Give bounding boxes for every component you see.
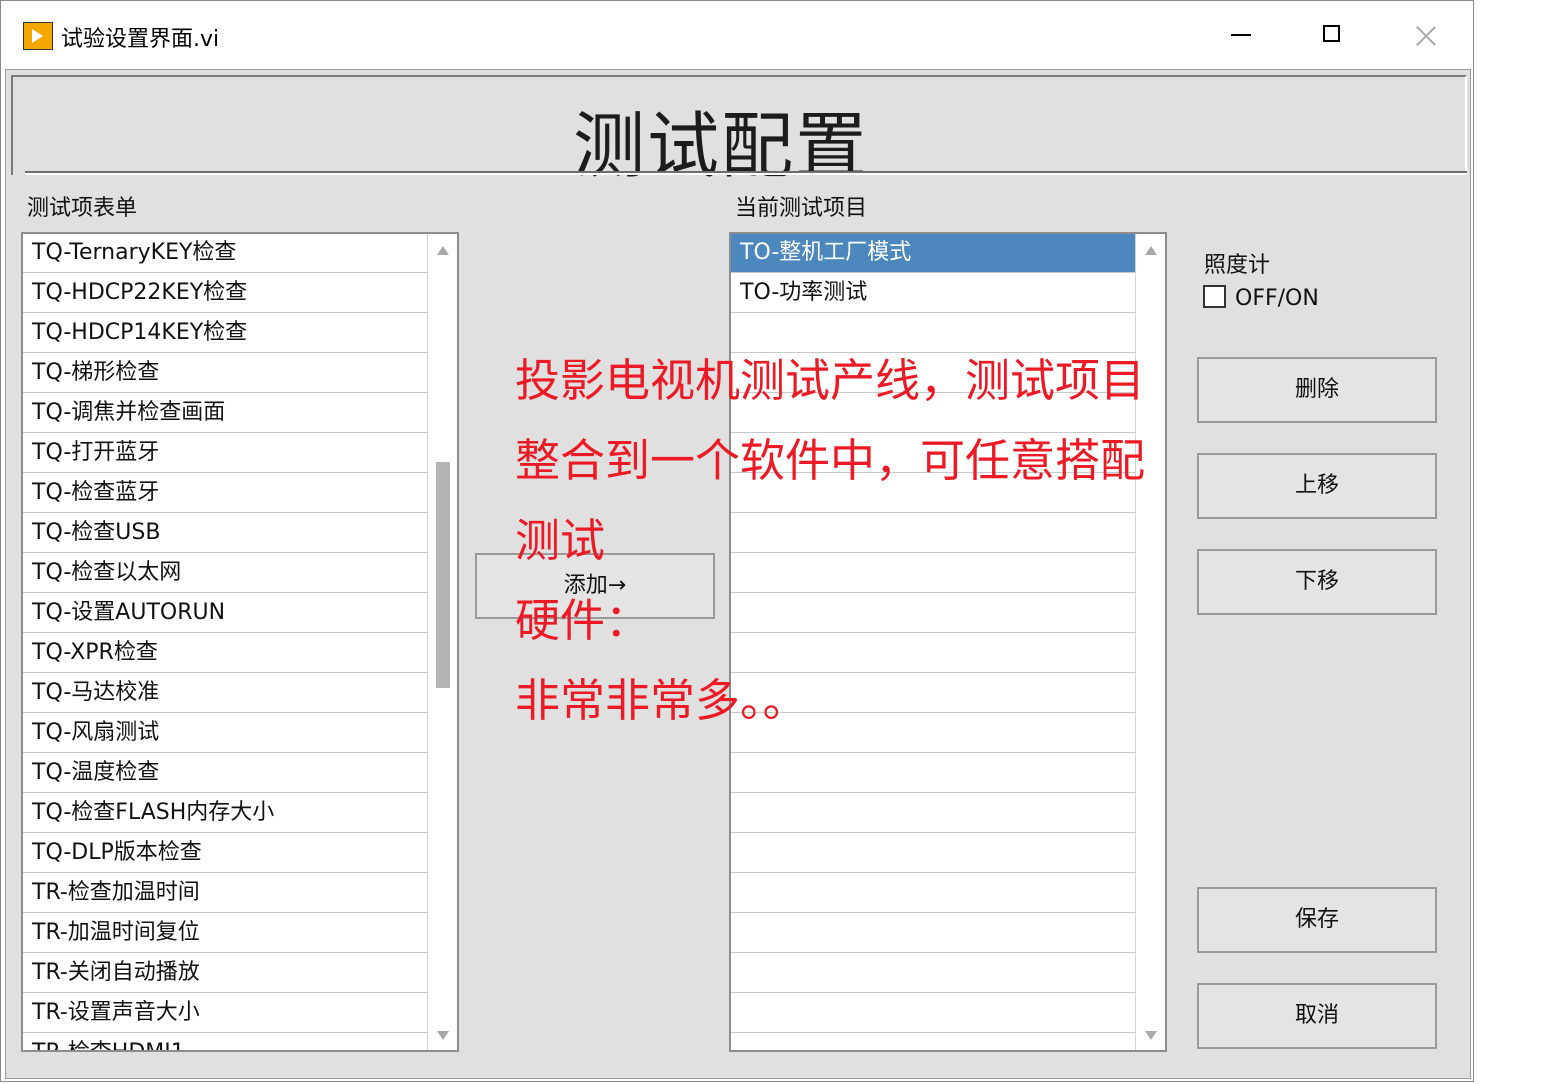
list-item[interactable]: TQ-检查蓝牙	[23, 474, 427, 513]
title-bar[interactable]: 试验设置界面.vi	[1, 1, 1473, 69]
test-list-box[interactable]: TQ-TernaryKEY检查 TQ-HDCP22KEY检查 TQ-HDCP14KE…	[21, 232, 459, 1052]
list-item[interactable]: TQ-TernaryKEY检查	[23, 234, 427, 273]
list-item[interactable]: TO-功率测试	[731, 274, 1135, 313]
list-item[interactable]: TQ-检查FLASH内存大小	[23, 794, 427, 833]
annotation-text: 投影电视机测试产线，测试项目 整合到一个软件中，可任意搭配 测试 硬件： 非常非…	[515, 341, 1205, 741]
header-divider	[25, 171, 1467, 175]
list-item[interactable]: TQ-设置AUTORUN	[23, 594, 427, 633]
scroll-up-icon[interactable]	[437, 246, 449, 255]
move-up-button[interactable]: 上移	[1197, 453, 1437, 519]
test-list-scrollbar[interactable]	[427, 234, 457, 1050]
annotation-line: 投影电视机测试产线，测试项目	[515, 354, 1146, 407]
list-item[interactable]: TQ-DLP版本检查	[23, 834, 427, 873]
move-down-button[interactable]: 下移	[1197, 549, 1437, 615]
list-item[interactable]: TQ-检查USB	[23, 514, 427, 553]
close-icon[interactable]	[1406, 15, 1446, 55]
annotation-line: 非常非常多。。	[515, 674, 808, 727]
list-item[interactable]: TQ-HDCP22KEY检查	[23, 274, 427, 313]
scroll-down-icon[interactable]	[1145, 1031, 1157, 1040]
scroll-up-icon[interactable]	[1145, 246, 1157, 255]
list-item[interactable]	[731, 914, 1135, 953]
scroll-down-icon[interactable]	[437, 1031, 449, 1040]
list-item[interactable]	[731, 1034, 1135, 1050]
list-item[interactable]: TQ-XPR检查	[23, 634, 427, 673]
list-item[interactable]	[731, 834, 1135, 873]
window-title: 试验设置界面.vi	[61, 27, 220, 52]
list-item[interactable]: TQ-打开蓝牙	[23, 434, 427, 473]
delete-button[interactable]: 删除	[1197, 357, 1437, 423]
illuminometer-label: 照度计	[1204, 253, 1271, 278]
page-title: 测试配置	[572, 104, 869, 188]
illuminometer-checkbox[interactable]	[1203, 285, 1226, 308]
test-list-label: 测试项表单	[27, 196, 138, 221]
list-item[interactable]	[731, 794, 1135, 833]
list-item[interactable]: TR-加温时间复位	[23, 914, 427, 953]
list-item[interactable]: TQ-温度检查	[23, 754, 427, 793]
list-item[interactable]: TQ-梯形检查	[23, 354, 427, 393]
list-item[interactable]: TR-检查HDMI1	[23, 1034, 427, 1050]
annotation-line: 测试	[515, 514, 606, 567]
annotation-line: 整合到一个软件中，可任意搭配	[515, 434, 1146, 487]
list-item[interactable]: TR-关闭自动播放	[23, 954, 427, 993]
list-item[interactable]	[731, 874, 1135, 913]
save-button[interactable]: 保存	[1197, 887, 1437, 953]
maximize-icon[interactable]	[1313, 15, 1353, 55]
list-item[interactable]: TQ-马达校准	[23, 674, 427, 713]
app-window: 试验设置界面.vi 测试配置 测试项表单 TQ-TernaryKEY检查 TQ-H…	[0, 0, 1474, 1082]
annotation-line: 硬件：	[515, 594, 651, 647]
scroll-thumb[interactable]	[436, 462, 450, 688]
list-item[interactable]: TQ-风扇测试	[23, 714, 427, 753]
current-list-label: 当前测试项目	[735, 196, 868, 221]
list-item[interactable]: TR-检查加温时间	[23, 874, 427, 913]
list-item[interactable]	[731, 954, 1135, 993]
list-item[interactable]: TQ-检查以太网	[23, 554, 427, 593]
labview-vi-icon	[23, 22, 53, 50]
list-item[interactable]	[731, 754, 1135, 793]
list-item[interactable]: TQ-HDCP14KEY检查	[23, 314, 427, 353]
cancel-button[interactable]: 取消	[1197, 983, 1437, 1049]
list-item[interactable]: TO-整机工厂模式	[731, 234, 1135, 273]
illuminometer-checkbox-label: OFF/ON	[1235, 286, 1319, 311]
minimize-icon[interactable]	[1223, 15, 1263, 55]
list-item[interactable]: TQ-调焦并检查画面	[23, 394, 427, 433]
list-item[interactable]: TR-设置声音大小	[23, 994, 427, 1033]
list-item[interactable]	[731, 994, 1135, 1033]
